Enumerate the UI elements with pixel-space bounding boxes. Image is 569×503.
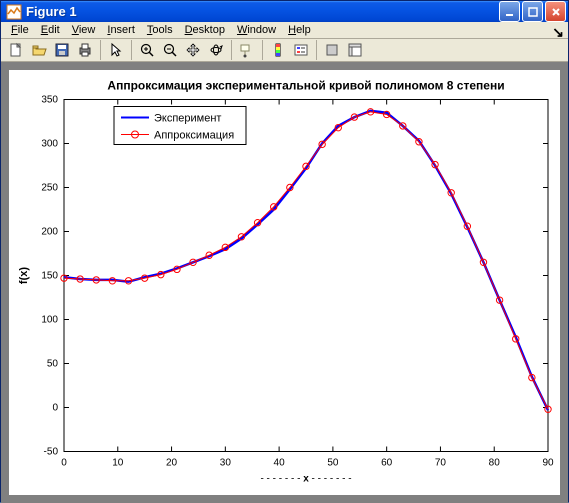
svg-text:50: 50	[327, 458, 339, 469]
toolbar-separator	[231, 40, 232, 60]
svg-text:100: 100	[41, 315, 58, 326]
svg-text:30: 30	[220, 458, 232, 469]
zoom-in-button[interactable]	[136, 39, 158, 61]
minimize-button[interactable]	[499, 1, 520, 22]
menubar: File Edit View Insert Tools Desktop Wind…	[1, 22, 568, 39]
svg-text:300: 300	[41, 139, 58, 150]
rotate-3d-button[interactable]	[205, 39, 227, 61]
plot-area: Аппроксимация экспериментальной кривой п…	[1, 62, 568, 503]
colorbar-button[interactable]	[267, 39, 289, 61]
svg-text:0: 0	[52, 403, 58, 414]
axes	[64, 100, 548, 452]
legend-experiment: Эксперимент	[154, 113, 221, 125]
svg-text:150: 150	[41, 271, 58, 282]
zoom-out-button[interactable]	[159, 39, 181, 61]
maximize-button[interactable]	[522, 1, 543, 22]
show-tools-button[interactable]	[344, 39, 366, 61]
chart-svg: Аппроксимация экспериментальной кривой п…	[9, 70, 560, 495]
menu-help[interactable]: Help	[282, 22, 317, 38]
svg-text:200: 200	[41, 227, 58, 238]
svg-text:20: 20	[166, 458, 178, 469]
window-buttons	[499, 1, 566, 22]
svg-text:50: 50	[47, 359, 59, 370]
pan-button[interactable]	[182, 39, 204, 61]
menu-window[interactable]: Window	[231, 22, 282, 38]
plot-container[interactable]: Аппроксимация экспериментальной кривой п…	[9, 70, 560, 495]
menu-view[interactable]: View	[66, 22, 102, 38]
window-title: Figure 1	[26, 4, 499, 19]
menu-insert[interactable]: Insert	[101, 22, 141, 38]
toolbar-separator	[100, 40, 101, 60]
menu-file[interactable]: File	[5, 22, 35, 38]
legend-button[interactable]	[290, 39, 312, 61]
menubar-chevron-icon[interactable]: ↘	[552, 24, 564, 41]
pointer-button[interactable]	[105, 39, 127, 61]
svg-text:90: 90	[542, 458, 554, 469]
menu-desktop[interactable]: Desktop	[179, 22, 231, 38]
svg-text:10: 10	[112, 458, 124, 469]
hide-tools-button[interactable]	[321, 39, 343, 61]
svg-text:70: 70	[435, 458, 447, 469]
data-cursor-button[interactable]	[236, 39, 258, 61]
svg-text:60: 60	[381, 458, 393, 469]
x-axis-label: - - - - - - - x - - - - - - -	[260, 474, 351, 485]
save-button[interactable]	[51, 39, 73, 61]
toolbar	[1, 39, 568, 62]
svg-text:0: 0	[61, 458, 67, 469]
new-figure-button[interactable]	[5, 39, 27, 61]
figure-window: Figure 1 File Edit View Insert Tools Des…	[0, 0, 569, 502]
toolbar-separator	[131, 40, 132, 60]
svg-text:-50: -50	[44, 447, 59, 458]
open-button[interactable]	[28, 39, 50, 61]
svg-text:250: 250	[41, 183, 58, 194]
svg-text:350: 350	[41, 95, 58, 106]
legend[interactable]: Эксперимент Аппроксимация	[114, 107, 246, 145]
app-icon	[6, 4, 22, 20]
svg-text:40: 40	[274, 458, 286, 469]
close-button[interactable]	[545, 1, 566, 22]
y-axis-label: f(x)	[18, 267, 30, 284]
toolbar-separator	[262, 40, 263, 60]
chart-title: Аппроксимация экспериментальной кривой п…	[107, 79, 504, 93]
menu-edit[interactable]: Edit	[35, 22, 66, 38]
print-button[interactable]	[74, 39, 96, 61]
toolbar-separator	[316, 40, 317, 60]
titlebar[interactable]: Figure 1	[1, 1, 568, 22]
legend-approx: Аппроксимация	[154, 130, 234, 142]
svg-text:80: 80	[489, 458, 501, 469]
menu-tools[interactable]: Tools	[141, 22, 179, 38]
